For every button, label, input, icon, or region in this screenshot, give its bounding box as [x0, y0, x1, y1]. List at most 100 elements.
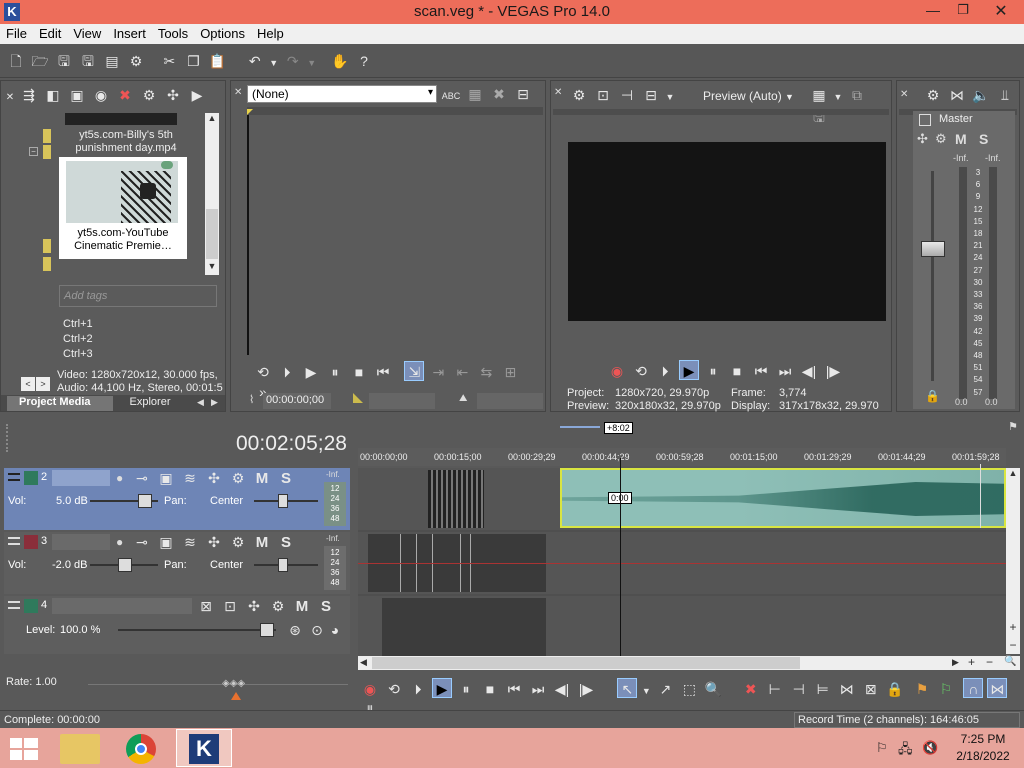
scroll-thumb[interactable] — [206, 209, 218, 259]
track-record-arm-icon[interactable]: ● — [116, 471, 123, 485]
track-minimize-icon[interactable] — [8, 537, 20, 545]
capture-video-icon[interactable]: ◧ — [43, 85, 63, 105]
undo-dropdown-icon[interactable]: ▼ — [269, 53, 279, 73]
next-frame-icon[interactable]: |▶ — [576, 679, 596, 699]
track-properties-icon[interactable]: ⚙ — [268, 596, 288, 616]
selection-tool-icon[interactable]: ⬚ — [679, 679, 699, 699]
close-icon[interactable]: ✕ — [978, 0, 1024, 24]
clock-time[interactable]: 7:25 PM — [958, 732, 1008, 746]
track-solo-button[interactable]: S — [276, 533, 296, 553]
tab-scroll-left-icon[interactable]: ◀ — [197, 397, 204, 408]
track-bus-icon[interactable]: ✣ — [204, 532, 224, 552]
loop-icon[interactable]: ⟲ — [253, 362, 273, 382]
scroll-left-icon[interactable]: ◀ — [360, 657, 367, 668]
clear-icon[interactable]: ✖ — [489, 84, 509, 104]
record-icon[interactable]: ◉ — [360, 679, 380, 699]
preview-quality-dropdown[interactable]: Preview (Auto) ▼ — [703, 89, 794, 103]
trimmer-source-dropdown[interactable]: (None) ▾ — [247, 85, 437, 103]
get-media-icon[interactable]: ▣ — [67, 85, 87, 105]
audio-clip[interactable] — [428, 470, 484, 528]
preview-properties-icon[interactable]: ⚙ — [569, 85, 589, 105]
timeline-cursor-timecode[interactable]: 00:02:05;28 — [236, 432, 347, 456]
speaker-icon[interactable]: 🔈 — [971, 85, 991, 105]
pan-slider[interactable] — [254, 558, 318, 572]
pause-icon[interactable]: ⏸ — [456, 679, 476, 699]
menu-edit[interactable]: Edit — [33, 24, 67, 41]
master-solo-button[interactable]: S — [979, 131, 988, 147]
time-ruler[interactable]: 00:00:00;00 00:00:15;00 00:00:29;29 00:0… — [358, 448, 1006, 466]
pan-slider-handle[interactable] — [278, 494, 288, 508]
normal-edit-tool-icon[interactable]: ↖ — [617, 678, 638, 698]
import-media-icon[interactable]: ⇶ — [19, 85, 39, 105]
zoom-in-vertical-icon[interactable]: + — [1006, 620, 1020, 634]
track-lanes[interactable]: 0:00 — [358, 458, 1006, 656]
redo-dropdown-icon[interactable]: ▼ — [307, 53, 317, 73]
h-scroll-right-icon[interactable]: > — [36, 377, 50, 391]
tab-scroll-right-icon[interactable]: ▶ — [211, 397, 218, 408]
vol-slider[interactable] — [90, 558, 158, 572]
play-icon[interactable]: ▶ — [679, 360, 699, 380]
open-folder-icon[interactable]: 🗁 — [30, 51, 50, 71]
playhead[interactable] — [620, 458, 621, 656]
video-fx-icon[interactable]: ⊟ — [641, 85, 661, 105]
menu-view[interactable]: View — [67, 24, 107, 41]
trim-icon[interactable]: ⇆ — [476, 362, 496, 382]
track-bus-icon[interactable]: ✣ — [244, 596, 264, 616]
vol-slider[interactable] — [90, 494, 158, 508]
track-fx-icon[interactable]: ▣ — [156, 468, 176, 488]
go-to-end-icon[interactable]: ⏭ — [528, 679, 548, 699]
ripple-edit-icon[interactable]: ⊠ — [861, 679, 881, 699]
vol-slider-handle[interactable] — [138, 494, 152, 508]
tags-input[interactable]: Add tags — [64, 290, 107, 302]
track-record-arm-icon[interactable]: ● — [116, 535, 123, 549]
snapping-icon[interactable]: ∩ — [963, 678, 984, 698]
whats-this-help-icon[interactable]: ? — [354, 51, 374, 71]
clock-date[interactable]: 2/18/2022 — [952, 749, 1014, 763]
play-from-start-icon[interactable]: ⏵ — [408, 679, 428, 699]
insert-marker-icon[interactable]: ⚑ — [912, 679, 932, 699]
panel-close-icon[interactable]: ✕ — [5, 88, 15, 108]
split-icon[interactable]: ⋈ — [837, 679, 857, 699]
track-automation-icon[interactable]: ≋ — [180, 468, 200, 488]
web-media-icon[interactable]: ◉ — [91, 85, 111, 105]
marker-pin-icon[interactable]: ⌇ — [249, 393, 254, 406]
track-phase-icon[interactable]: ⊸ — [132, 532, 152, 552]
tags-box[interactable]: Add tags — [59, 285, 217, 307]
collapse-icon[interactable]: − — [29, 147, 38, 156]
tab-explorer[interactable]: Explorer — [117, 396, 183, 411]
menu-file[interactable]: File — [0, 24, 33, 41]
stop-icon[interactable]: ■ — [349, 362, 369, 382]
zoom-out-vertical-icon[interactable]: − — [1006, 638, 1020, 652]
menu-help[interactable]: Help — [251, 24, 290, 41]
panel-close-icon[interactable]: ✕ — [234, 87, 242, 98]
trim-icon[interactable]: ⊢ — [765, 679, 785, 699]
h-scroll-left-icon[interactable]: < — [21, 377, 35, 391]
mask-icon[interactable]: ◕ — [326, 620, 344, 640]
zoom-in-horizontal-icon[interactable]: + — [968, 655, 975, 669]
media-fx-icon[interactable]: ✣ — [163, 85, 183, 105]
track-name-field[interactable] — [52, 470, 110, 486]
zoom-select-icon[interactable]: 🔍 — [703, 679, 723, 699]
go-to-start-icon[interactable]: ⏮ — [751, 361, 771, 381]
play-icon[interactable]: ▶ — [301, 362, 321, 382]
scroll-up-icon[interactable]: ▲ — [205, 113, 219, 127]
play-from-start-icon[interactable]: ⏵ — [277, 362, 297, 382]
composite-mode-icon[interactable]: ⊛ — [286, 620, 304, 640]
timeline-markers-icon[interactable]: ⚑ — [1008, 420, 1020, 434]
zoom-tool-icon[interactable]: 🔍 — [1004, 656, 1016, 667]
copy-frame-icon[interactable]: ⊟ — [513, 84, 533, 104]
spellcheck-icon[interactable]: ABC — [441, 86, 461, 106]
track-properties-icon[interactable]: ⚙ — [228, 532, 248, 552]
media-item-name[interactable]: yt5s.com-Billy's 5th punishment day.mp4 — [61, 129, 191, 155]
scroll-right-icon[interactable]: ▶ — [952, 657, 959, 668]
media-item-selected[interactable]: yt5s.com-YouTube Cinematic Premie… — [59, 157, 187, 259]
track-mute-button[interactable]: M — [252, 533, 272, 553]
render-icon[interactable]: ▤ — [102, 51, 122, 71]
master-fader-handle[interactable] — [921, 241, 945, 257]
panel-close-icon[interactable]: ✕ — [554, 87, 562, 98]
track-header-3[interactable]: 3 ● ⊸ ▣ ≋ ✣ ⚙ M S Vol: -2.0 dB Pan: Center 12 2… — [4, 532, 350, 594]
network-icon[interactable]: 🖧 — [898, 740, 913, 762]
new-file-icon[interactable]: 🗋 — [6, 51, 26, 71]
stop-icon[interactable]: ■ — [727, 361, 747, 381]
selection-length-field[interactable] — [477, 393, 543, 409]
